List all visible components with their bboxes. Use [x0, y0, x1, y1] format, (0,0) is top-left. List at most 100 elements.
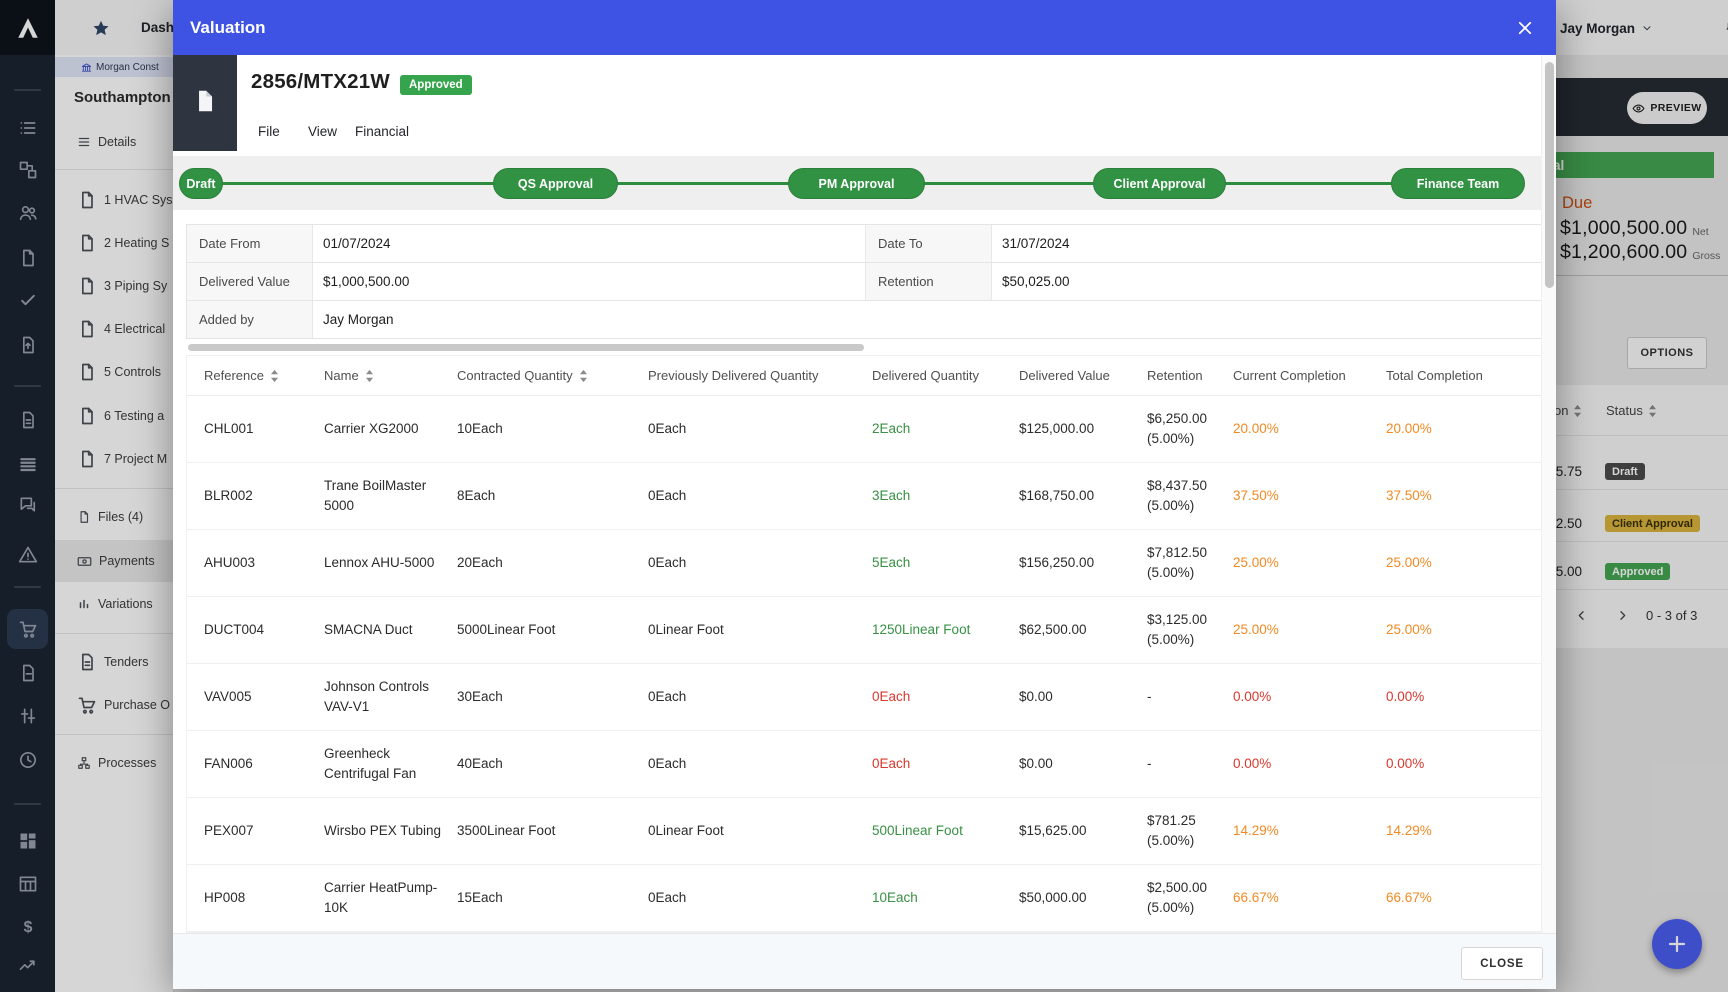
column-header-delivered-quantity: Delivered Quantity: [872, 368, 979, 383]
cell-contracted-quantity: 20Each: [457, 555, 503, 571]
step-pm-approval[interactable]: PM Approval: [788, 168, 925, 199]
cell-contracted-quantity: 30Each: [457, 689, 503, 705]
valuation-modal: Valuation 2856/MTX21W Approved File View F…: [173, 0, 1556, 989]
column-header-contracted-quantity[interactable]: Contracted Quantity: [457, 368, 648, 383]
table-row-blr002[interactable]: BLR002 Trane BoilMaster 5000 8Each 0Each…: [187, 463, 1542, 530]
field-label: Added by: [187, 301, 313, 338]
cell-contracted-quantity: 5000Linear Foot: [457, 622, 556, 638]
cell-current-completion: 0.00%: [1233, 756, 1272, 772]
column-header-total-completion: Total Completion: [1386, 368, 1483, 383]
cell-delivered-value: $125,000.00: [1019, 421, 1095, 437]
cell-name: Carrier HeatPump-10K: [324, 880, 438, 915]
cell-contracted-quantity: 3500Linear Foot: [457, 823, 556, 839]
valuation-items-table: Reference Name Contracted Quantity Previ…: [186, 355, 1543, 933]
cell-total-completion: 37.50%: [1386, 488, 1432, 504]
cell-total-completion: 66.67%: [1386, 890, 1432, 906]
cell-total-completion: 25.00%: [1386, 622, 1432, 638]
cell-retention: $6,250.00 (5.00%): [1147, 411, 1208, 446]
cell-reference: VAV005: [204, 689, 252, 705]
cell-name: Lennox AHU-5000: [324, 555, 435, 571]
vertical-scrollbar[interactable]: [1541, 55, 1556, 933]
field-label: Date From: [187, 225, 313, 262]
cell-retention: -: [1147, 689, 1152, 705]
cell-delivered-quantity: 3Each: [872, 488, 911, 504]
cell-name: Johnson Controls VAV-V1: [324, 679, 430, 714]
cell-delivered-quantity: 10Each: [872, 890, 918, 906]
modal-menu-view[interactable]: View: [308, 124, 337, 142]
step-draft[interactable]: Draft: [179, 168, 223, 199]
modal-menu-file[interactable]: File: [258, 124, 280, 142]
cell-contracted-quantity: 10Each: [457, 421, 503, 437]
close-icon[interactable]: [1515, 18, 1535, 38]
cell-delivered-value: $15,625.00: [1019, 823, 1087, 839]
cell-current-completion: 66.67%: [1233, 890, 1279, 906]
cell-reference: AHU003: [204, 555, 256, 571]
table-row-hp008[interactable]: HP008 Carrier HeatPump-10K 15Each 0Each …: [187, 865, 1542, 932]
step-finance-team[interactable]: Finance Team: [1391, 168, 1525, 199]
cell-current-completion: 0.00%: [1233, 689, 1272, 705]
cell-reference: FAN006: [204, 756, 253, 772]
table-row-duct004[interactable]: DUCT004 SMACNA Duct 5000Linear Foot 0Lin…: [187, 597, 1542, 664]
cell-name: SMACNA Duct: [324, 622, 413, 638]
close-button[interactable]: CLOSE: [1461, 947, 1543, 980]
cell-delivered-quantity: 0Each: [872, 756, 911, 772]
cell-contracted-quantity: 15Each: [457, 890, 503, 906]
field-value[interactable]: $1,000,500.00: [313, 263, 866, 300]
document-type-strip: [173, 55, 237, 151]
table-row-fan006[interactable]: FAN006 Greenheck Centrifugal Fan 40Each …: [187, 731, 1542, 798]
field-value[interactable]: 01/07/2024: [313, 225, 866, 262]
cell-reference: DUCT004: [204, 622, 265, 638]
document-icon: [192, 88, 218, 119]
column-header-reference[interactable]: Reference: [204, 368, 324, 383]
cell-previously-delivered-quantity: 0Each: [648, 555, 687, 571]
cell-retention: -: [1147, 756, 1152, 772]
form-row: Date From 01/07/2024 Date To 31/07/2024: [187, 225, 1542, 263]
cell-reference: BLR002: [204, 488, 253, 504]
cell-retention: $3,125.00 (5.00%): [1147, 612, 1208, 647]
approval-stepper: Draft QS Approval PM Approval Client Approv…: [173, 156, 1556, 210]
table-row-chl001[interactable]: CHL001 Carrier XG2000 10Each 0Each 2Each…: [187, 396, 1542, 463]
cell-current-completion: 37.50%: [1233, 488, 1279, 504]
cell-delivered-quantity: 500Linear Foot: [872, 823, 963, 839]
cell-current-completion: 25.00%: [1233, 555, 1279, 571]
field-value[interactable]: $50,025.00: [992, 263, 1542, 300]
step-qs-approval[interactable]: QS Approval: [493, 168, 618, 199]
sort-icon[interactable]: [365, 369, 374, 383]
cell-delivered-quantity: 0Each: [872, 689, 911, 705]
cell-reference: HP008: [204, 890, 246, 906]
step-client-approval[interactable]: Client Approval: [1093, 168, 1226, 199]
sort-icon[interactable]: [270, 369, 279, 383]
status-badge: Approved: [400, 75, 472, 95]
cell-total-completion: 20.00%: [1386, 421, 1432, 437]
form-row: Added by Jay Morgan: [187, 301, 1542, 339]
cell-previously-delivered-quantity: 0Each: [648, 488, 687, 504]
table-row-ahu003[interactable]: AHU003 Lennox AHU-5000 20Each 0Each 5Eac…: [187, 530, 1542, 597]
valuation-reference: 2856/MTX21W: [251, 70, 390, 93]
cell-delivered-value: $156,250.00: [1019, 555, 1095, 571]
cell-previously-delivered-quantity: 0Each: [648, 756, 687, 772]
cell-retention: $8,437.50 (5.00%): [1147, 478, 1208, 513]
cell-contracted-quantity: 40Each: [457, 756, 503, 772]
table-row-vav005[interactable]: VAV005 Johnson Controls VAV-V1 30Each 0E…: [187, 664, 1542, 731]
cell-reference: CHL001: [204, 421, 254, 437]
cell-total-completion: 0.00%: [1386, 756, 1425, 772]
modal-menu-financial[interactable]: Financial: [355, 124, 409, 142]
column-header-name[interactable]: Name: [324, 368, 457, 383]
cell-name: Greenheck Centrifugal Fan: [324, 746, 417, 781]
cell-retention: $781.25 (5.00%): [1147, 813, 1196, 848]
table-row-pex007[interactable]: PEX007 Wirsbo PEX Tubing 3500Linear Foot…: [187, 798, 1542, 865]
cell-retention: $7,812.50 (5.00%): [1147, 545, 1208, 580]
cell-previously-delivered-quantity: 0Each: [648, 421, 687, 437]
sort-icon[interactable]: [579, 369, 588, 383]
cell-reference: PEX007: [204, 823, 254, 839]
cell-current-completion: 20.00%: [1233, 421, 1279, 437]
horizontal-scrollbar[interactable]: [186, 344, 1543, 351]
cell-current-completion: 14.29%: [1233, 823, 1279, 839]
field-value[interactable]: Jay Morgan: [313, 301, 1542, 338]
cell-name: Carrier XG2000: [324, 421, 419, 437]
field-value[interactable]: 31/07/2024: [992, 225, 1542, 262]
cell-total-completion: 25.00%: [1386, 555, 1432, 571]
cell-current-completion: 25.00%: [1233, 622, 1279, 638]
cell-name: Wirsbo PEX Tubing: [324, 823, 442, 839]
column-header-previously-delivered-quantity: Previously Delivered Quantity: [648, 368, 819, 383]
